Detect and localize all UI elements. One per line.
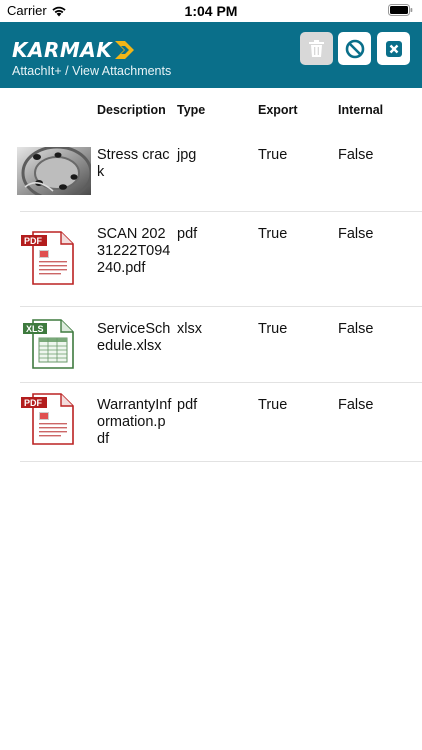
internal-cell: False <box>338 397 374 413</box>
export-cell: True <box>258 147 288 163</box>
type-cell: xlsx <box>177 321 202 337</box>
internal-cell: False <box>338 226 374 242</box>
column-description[interactable]: Description <box>97 103 166 117</box>
app-header: KARMAK AttachIt+ / View Attachments <box>0 22 422 88</box>
pdf-label: PDF <box>24 236 43 246</box>
battery-icon <box>388 4 413 16</box>
pdf-file-icon[interactable]: PDF <box>19 392 77 446</box>
type-cell: jpg <box>177 147 197 163</box>
description-cell: SCAN 20231222T094240.pdf <box>97 226 171 276</box>
pdf-file-icon[interactable]: PDF <box>19 229 77 287</box>
delete-button[interactable] <box>300 32 333 65</box>
photo-thumbnail[interactable] <box>17 147 91 195</box>
status-time: 1:04 PM <box>184 3 238 19</box>
breadcrumb: AttachIt+ / View Attachments <box>12 64 172 78</box>
karmak-logo: KARMAK <box>12 38 135 62</box>
column-type[interactable]: Type <box>177 103 205 117</box>
description-cell: ServiceSchedule.xlsx <box>97 321 171 354</box>
xls-file-icon[interactable]: XLS <box>19 318 77 370</box>
close-icon <box>385 40 402 57</box>
trash-icon <box>309 40 324 57</box>
column-export[interactable]: Export <box>258 103 298 117</box>
description-cell: WarrantyInformation.pdf <box>97 397 172 447</box>
logo-chevron-icon <box>115 41 135 59</box>
internal-cell: False <box>338 321 374 337</box>
xls-label: XLS <box>26 324 44 334</box>
pdf-label: PDF <box>24 398 43 408</box>
table-row[interactable]: Stress crack jpg True False <box>0 133 422 212</box>
type-cell: pdf <box>177 226 198 242</box>
export-cell: True <box>258 397 288 413</box>
table-row[interactable]: PDF WarrantyInformation.pdf pdf True Fal… <box>0 383 422 462</box>
table-header: Description Type Export Internal <box>0 103 422 121</box>
logo-text: KARMAK <box>12 38 113 62</box>
export-cell: True <box>258 321 288 337</box>
cancel-button[interactable] <box>338 32 371 65</box>
table-row[interactable]: XLS ServiceSchedule.xlsx xlsx True False <box>0 307 422 383</box>
table-row[interactable]: PDF SCAN 20231222T094240.pdf pdf True Fa… <box>0 212 422 307</box>
description-cell: Stress crack <box>97 147 170 180</box>
type-cell: pdf <box>177 397 198 413</box>
column-internal[interactable]: Internal <box>338 103 383 117</box>
close-button[interactable] <box>377 32 410 65</box>
internal-cell: False <box>338 147 374 163</box>
export-cell: True <box>258 226 288 242</box>
status-bar: Carrier 1:04 PM <box>0 0 422 22</box>
row-divider <box>20 461 422 462</box>
block-icon <box>345 39 364 58</box>
